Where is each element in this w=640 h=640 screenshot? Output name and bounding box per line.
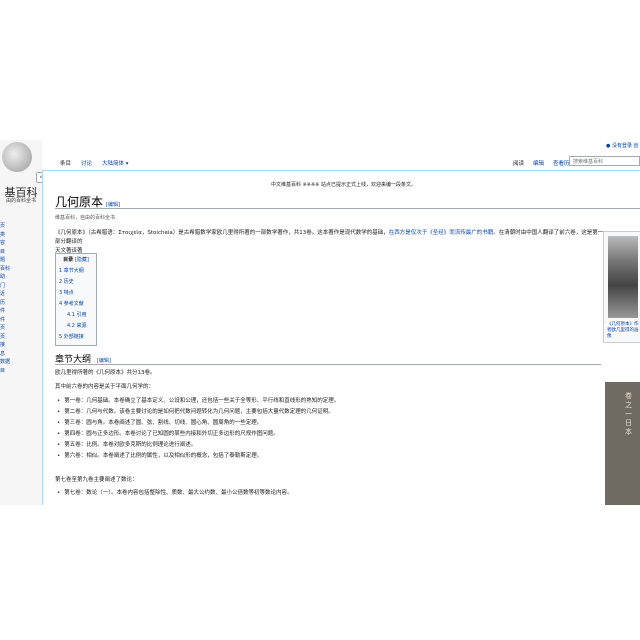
list-item: 第七卷：数论（一）。本卷内容包括整除性、质数、最大公约数、最小公倍数等初等数论内… [57,488,292,499]
personal-tools[interactable]: ● 没有登录 创 [606,142,639,149]
wikipedia-logo-icon[interactable] [2,142,32,172]
sidebar-link[interactable]: 目 [0,248,10,257]
book-cover-text: 卷之一日本 [625,392,632,436]
namespace-tabs: 条目 讨论 大陆简体 ▾ [58,158,131,169]
toc-item-text: 特点 [63,290,74,296]
sidebar-link[interactable]: 类 [0,231,10,240]
list-item: 第五卷：比例。本卷对欧多克斯的比例理论进行阐述。 [57,440,339,451]
toc-item-text: 历史 [63,279,74,285]
list-item: 第六卷：相似。本卷阐述了比例的属性，以及相似形的概念，包括了泰勒斯定理。 [57,451,339,462]
sidebar-link[interactable]: 助 [0,273,10,282]
portrait-image[interactable] [608,236,638,318]
sidebar-link[interactable]: 历 [0,299,10,308]
portrait-caption[interactable]: 《几何原本》作者欧几里得的画像 [607,322,640,340]
toc-item-text: 外部链接 [63,334,84,340]
intro-text-1: 《几何原本》（古希腊语：Στοιχεῖα，Stoicheia）是古希腊数学家欧几… [55,230,389,236]
site-sub: 维基百科，自由的百科全书 [55,215,116,221]
sidebar-links: 页类容目题百科助门近历件件页页接息数据目 [0,222,10,375]
site-notice: 中文维基百科 ※※※※ 站点已提示正式上线，欢迎来编一段条文。 [271,182,416,188]
sidebar-link[interactable]: 页 [0,222,10,231]
toc-item-text: 参考文献 [63,301,84,307]
sidebar-link[interactable]: 门 [0,282,10,291]
title-divider [55,208,640,209]
list-item: 第二卷：几何与代数。该卷主要讨论的是如何把代数问题转化为几何问题，主要包括大量代… [57,407,339,418]
portrait-figure: 《几何原本》作者欧几里得的画像 [603,231,640,343]
section-paragraph-1: 欧几里得所著的《几何原本》共分13卷。 [55,370,156,376]
toc-list: 1 章节大纲 2 历史 3 特点 4 参考文献 4.1 引用 4.2 来源 5 外部链接 [59,266,93,343]
sidebar: 基百科 由的百科全书 页类容目题百科助门近历件件页页接息数据目 [0,140,42,505]
toc-title: 目录 [63,257,74,263]
sidebar-link[interactable]: 题 [0,256,10,265]
intro-paragraph: 《几何原本》（古希腊语：Στοιχεῖα，Stoicheia）是古希腊数学家欧几… [55,229,607,256]
list-item: 第一卷：几何基础。本卷确立了基本定义、公设和公理，还包括一些关于全等形、平行线和… [57,396,339,407]
tab-article[interactable]: 条目 [58,158,74,169]
volume-list-2: 第七卷：数论（一）。本卷内容包括整除性、质数、最大公约数、最小公倍数等初等数论内… [57,488,292,499]
toc-item[interactable]: 4.2 来源 [59,321,93,332]
tab-edit[interactable]: 编辑 [531,158,546,169]
volume-list-1: 第一卷：几何基础。本卷确立了基本定义、公设和公理，还包括一些关于全等形、平行线和… [57,396,339,462]
toc-header: 目录 [隐藏] [59,256,93,263]
letterbox-bottom [0,505,640,640]
letterbox-top [0,0,640,140]
sidebar-link[interactable]: 百科 [0,265,10,274]
sidebar-link[interactable]: 近 [0,290,10,299]
table-of-contents: 目录 [隐藏] 1 章节大纲 2 历史 3 特点 4 参考文献 4.1 引用 4.2 来源… [55,253,97,346]
toc-item-text: 来源 [76,323,87,329]
view-tabs: 阅读 编辑 查看历史 [511,158,577,169]
intro-link[interactable]: 在西方是仅次于《圣经》而流传最广的书籍 [389,230,494,236]
logo-subtitle: 由的百科全书 [5,198,36,204]
sidebar-link[interactable]: 接 [0,341,10,350]
toc-item-number: 4.2 [67,323,75,329]
tab-variant-dropdown[interactable]: 大陆简体 ▾ [100,158,131,169]
toc-item[interactable]: 4.1 引用 [59,310,93,321]
article-content: 中文维基百科 ※※※※ 站点已提示正式上线，欢迎来编一段条文。 几何原本 [编辑]… [42,171,640,505]
section-paragraph-3: 第七卷至第九卷主要阐述了数论： [55,477,138,483]
toc-item-text: 引用 [76,312,87,318]
sidebar-link[interactable]: 息 [0,350,10,359]
browser-page: 基百科 由的百科全书 页类容目题百科助门近历件件页页接息数据目 « ● 没有登录… [0,140,640,505]
page-title-text: 几何原本 [55,195,104,209]
toc-item[interactable]: 3 特点 [59,288,93,299]
sidebar-link[interactable]: 页 [0,333,10,342]
sidebar-link[interactable]: 数据 [0,358,10,367]
toc-item[interactable]: 2 历史 [59,277,93,288]
toc-item[interactable]: 4 参考文献 [59,299,93,310]
section-divider [55,364,601,365]
toc-toggle[interactable]: [隐藏] [75,257,89,263]
sidebar-link[interactable]: 容 [0,239,10,248]
toc-item[interactable]: 5 外部链接 [59,332,93,343]
tab-read[interactable]: 阅读 [511,158,527,169]
login-status[interactable]: 没有登录 创 [612,143,639,149]
sidebar-link[interactable]: 页 [0,324,10,333]
search-input[interactable]: 搜索维基百科 [569,156,640,166]
user-icon: ● [606,143,611,149]
sidebar-link[interactable]: 件 [0,316,10,325]
sidebar-link[interactable]: 件 [0,307,10,316]
book-cover-image[interactable]: 卷之一日本 [605,382,640,505]
tab-talk[interactable]: 讨论 [79,158,94,169]
toc-item-number: 4.1 [67,312,75,318]
section-paragraph-2: 其中前六卷的内容是关于平面几何学的： [55,384,155,390]
list-item: 第四卷：圆与正多边形。本卷讨论了已知圆的某些内接和外切正多边形的尺规作图问题。 [57,429,339,440]
sidebar-link[interactable]: 目 [0,367,10,376]
toc-item[interactable]: 1 章节大纲 [59,266,93,277]
list-item: 第三卷：圆与角。本卷阐述了圆、弦、割线、切线、圆心角、圆周角的一些定理。 [57,418,339,429]
toc-item-text: 章节大纲 [63,268,84,274]
